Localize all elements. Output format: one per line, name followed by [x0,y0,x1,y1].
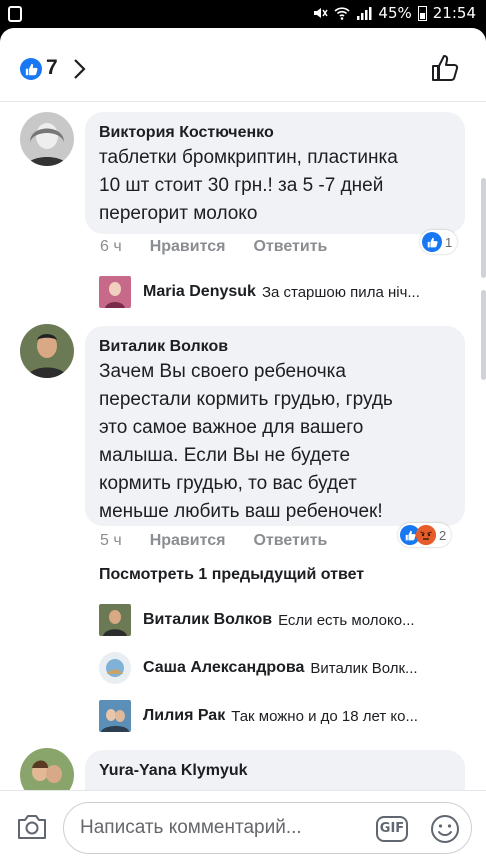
reply-text: Если есть молоко... [278,611,415,629]
reply-text: За старшою пила ніч... [261,283,420,301]
avatar[interactable] [99,652,131,684]
comment-text-line: кормить грудью, то вас будет [99,473,357,494]
reaction-summary[interactable]: 2 [398,523,452,547]
like-count[interactable]: 7 [46,56,58,80]
scrollbar[interactable] [481,290,486,380]
comment-text-line: меньше любить ваш ребеночек! [99,501,383,522]
comment-input[interactable]: Написать комментарий... GIF [63,802,472,854]
comment-text-line: 10 шт стоит 30 грн.! за 5 -7 дней [99,175,384,196]
reply-text: Так можно и до 18 лет ко... [231,707,418,725]
like-link[interactable]: Нравится [150,532,226,550]
gif-button[interactable]: GIF [376,816,408,842]
comment-actions: 5 ч Нравится Ответить [100,532,327,550]
like-link[interactable]: Нравится [150,238,226,256]
avatar[interactable] [99,276,131,308]
comment-author[interactable]: Yura-Yana Klymyuk [99,760,451,782]
status-bar: 45% 21:54 [0,0,486,28]
comment-text-line: перегорит молоко [99,203,258,224]
avatar[interactable] [99,700,131,732]
like-reaction-icon[interactable] [20,58,42,80]
reaction-summary[interactable]: 1 [420,230,458,254]
angry-reaction-icon [416,525,436,545]
comment-author[interactable]: Виктория Костюченко [99,122,451,144]
reply-preview[interactable]: Саша Александрова Виталик Волк... [99,652,464,684]
comment-text-line: перестали кормить грудью, грудь [99,389,393,410]
like-button-icon[interactable] [430,53,460,83]
view-previous-replies-link[interactable]: Посмотреть 1 предыдущий ответ [99,566,364,584]
scrollbar[interactable] [481,178,486,278]
comment-author[interactable]: Виталик Волков [99,336,451,358]
reactions-header: 7 [0,28,486,102]
clock: 21:54 [432,4,476,22]
comment-actions: 6 ч Нравится Ответить [100,238,327,256]
signal-icon [357,7,372,20]
comment-composer: Написать комментарий... GIF [0,790,486,864]
wifi-icon [334,7,350,20]
comment-text-line: таблетки бромкриптин, пластинка [99,147,398,168]
reply-author[interactable]: Саша Александрова [143,659,304,677]
comments-sheet: 7 Виктория Костюченко таблетки бромкрипт… [0,28,486,864]
like-reaction-icon [422,232,442,252]
reply-author[interactable]: Maria Denysuk [143,283,256,301]
avatar[interactable] [20,112,74,166]
comment-text-line: Зачем Вы своего ребеночка [99,361,346,382]
comment-text-line: это самое важное для вашего [99,417,364,438]
comment-text-line: малыша. Если Вы не будете [99,445,351,466]
reply-author[interactable]: Лилия Рак [143,707,225,725]
reply-preview[interactable]: Виталик Волков Если есть молоко... [99,604,464,636]
reply-preview[interactable]: Maria Denysuk За старшою пила ніч... [99,276,464,308]
comment-bubble: Виктория Костюченко таблетки бромкриптин… [85,112,465,234]
reply-preview[interactable]: Лилия Рак Так можно и до 18 лет ко... [99,700,464,732]
comment-bubble: Виталик Волков Зачем Вы своего ребеночка… [85,326,465,526]
comment-time: 6 ч [100,238,122,255]
avatar[interactable] [20,324,74,378]
status-icons: 45% 21:54 [312,4,476,22]
reply-author[interactable]: Виталик Волков [143,611,272,629]
notification-icon [8,6,22,22]
reply-link[interactable]: Ответить [253,532,327,550]
comment-time: 5 ч [100,532,122,549]
battery-percent: 45% [378,4,412,22]
camera-icon[interactable] [16,813,48,841]
chevron-right-icon[interactable] [73,58,87,80]
comment-input-placeholder: Написать комментарий... [80,817,302,838]
emoji-icon[interactable] [429,813,461,845]
reply-link[interactable]: Ответить [253,238,327,256]
reaction-count: 2 [439,527,447,543]
mute-icon [314,8,329,18]
reaction-count: 1 [445,234,453,250]
battery-icon [417,5,427,21]
avatar[interactable] [99,604,131,636]
reply-text: Виталик Волк... [310,659,418,677]
